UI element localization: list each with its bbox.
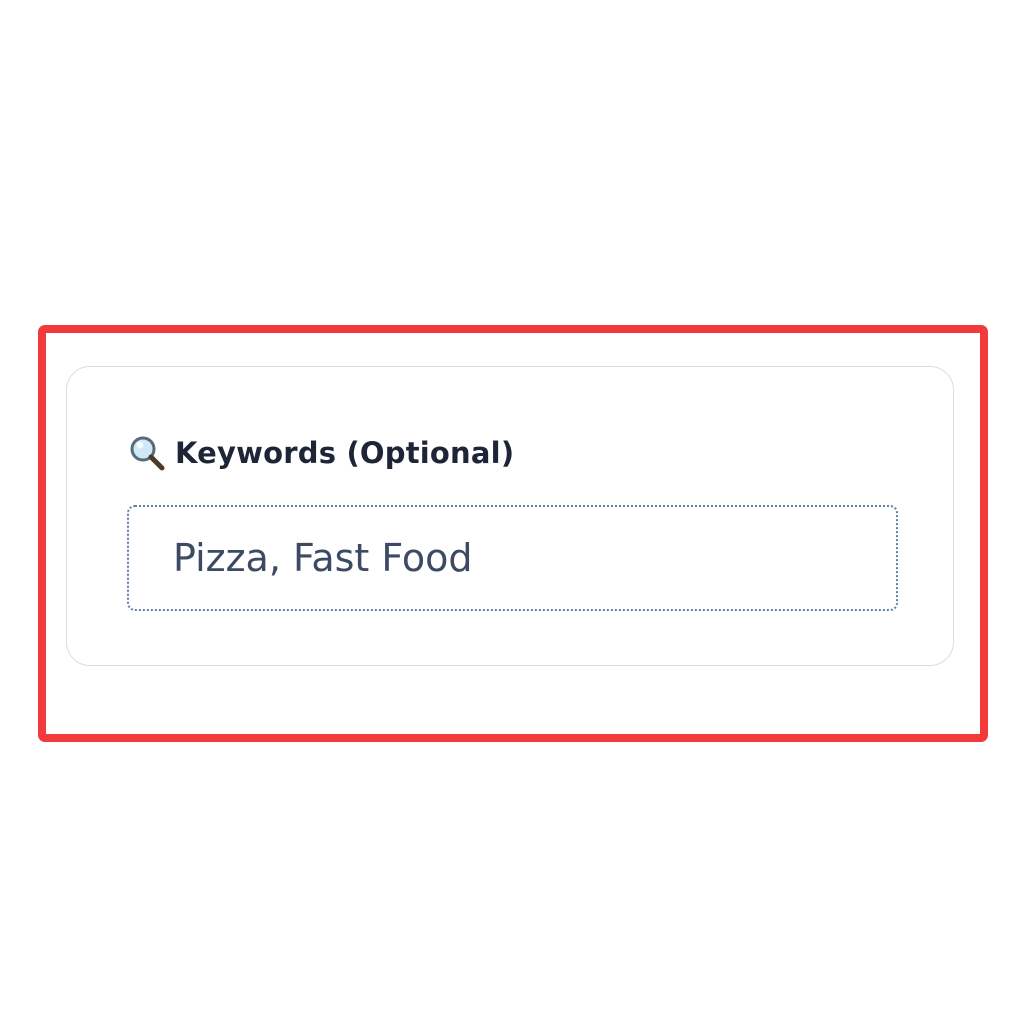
keywords-label: Keywords (Optional) (127, 433, 514, 473)
keywords-field-card: Keywords (Optional) (66, 366, 954, 666)
magnifying-glass-icon (127, 433, 167, 473)
keywords-input[interactable] (127, 505, 898, 611)
keywords-label-text: Keywords (Optional) (175, 436, 515, 470)
highlight-frame: Keywords (Optional) (38, 325, 988, 742)
